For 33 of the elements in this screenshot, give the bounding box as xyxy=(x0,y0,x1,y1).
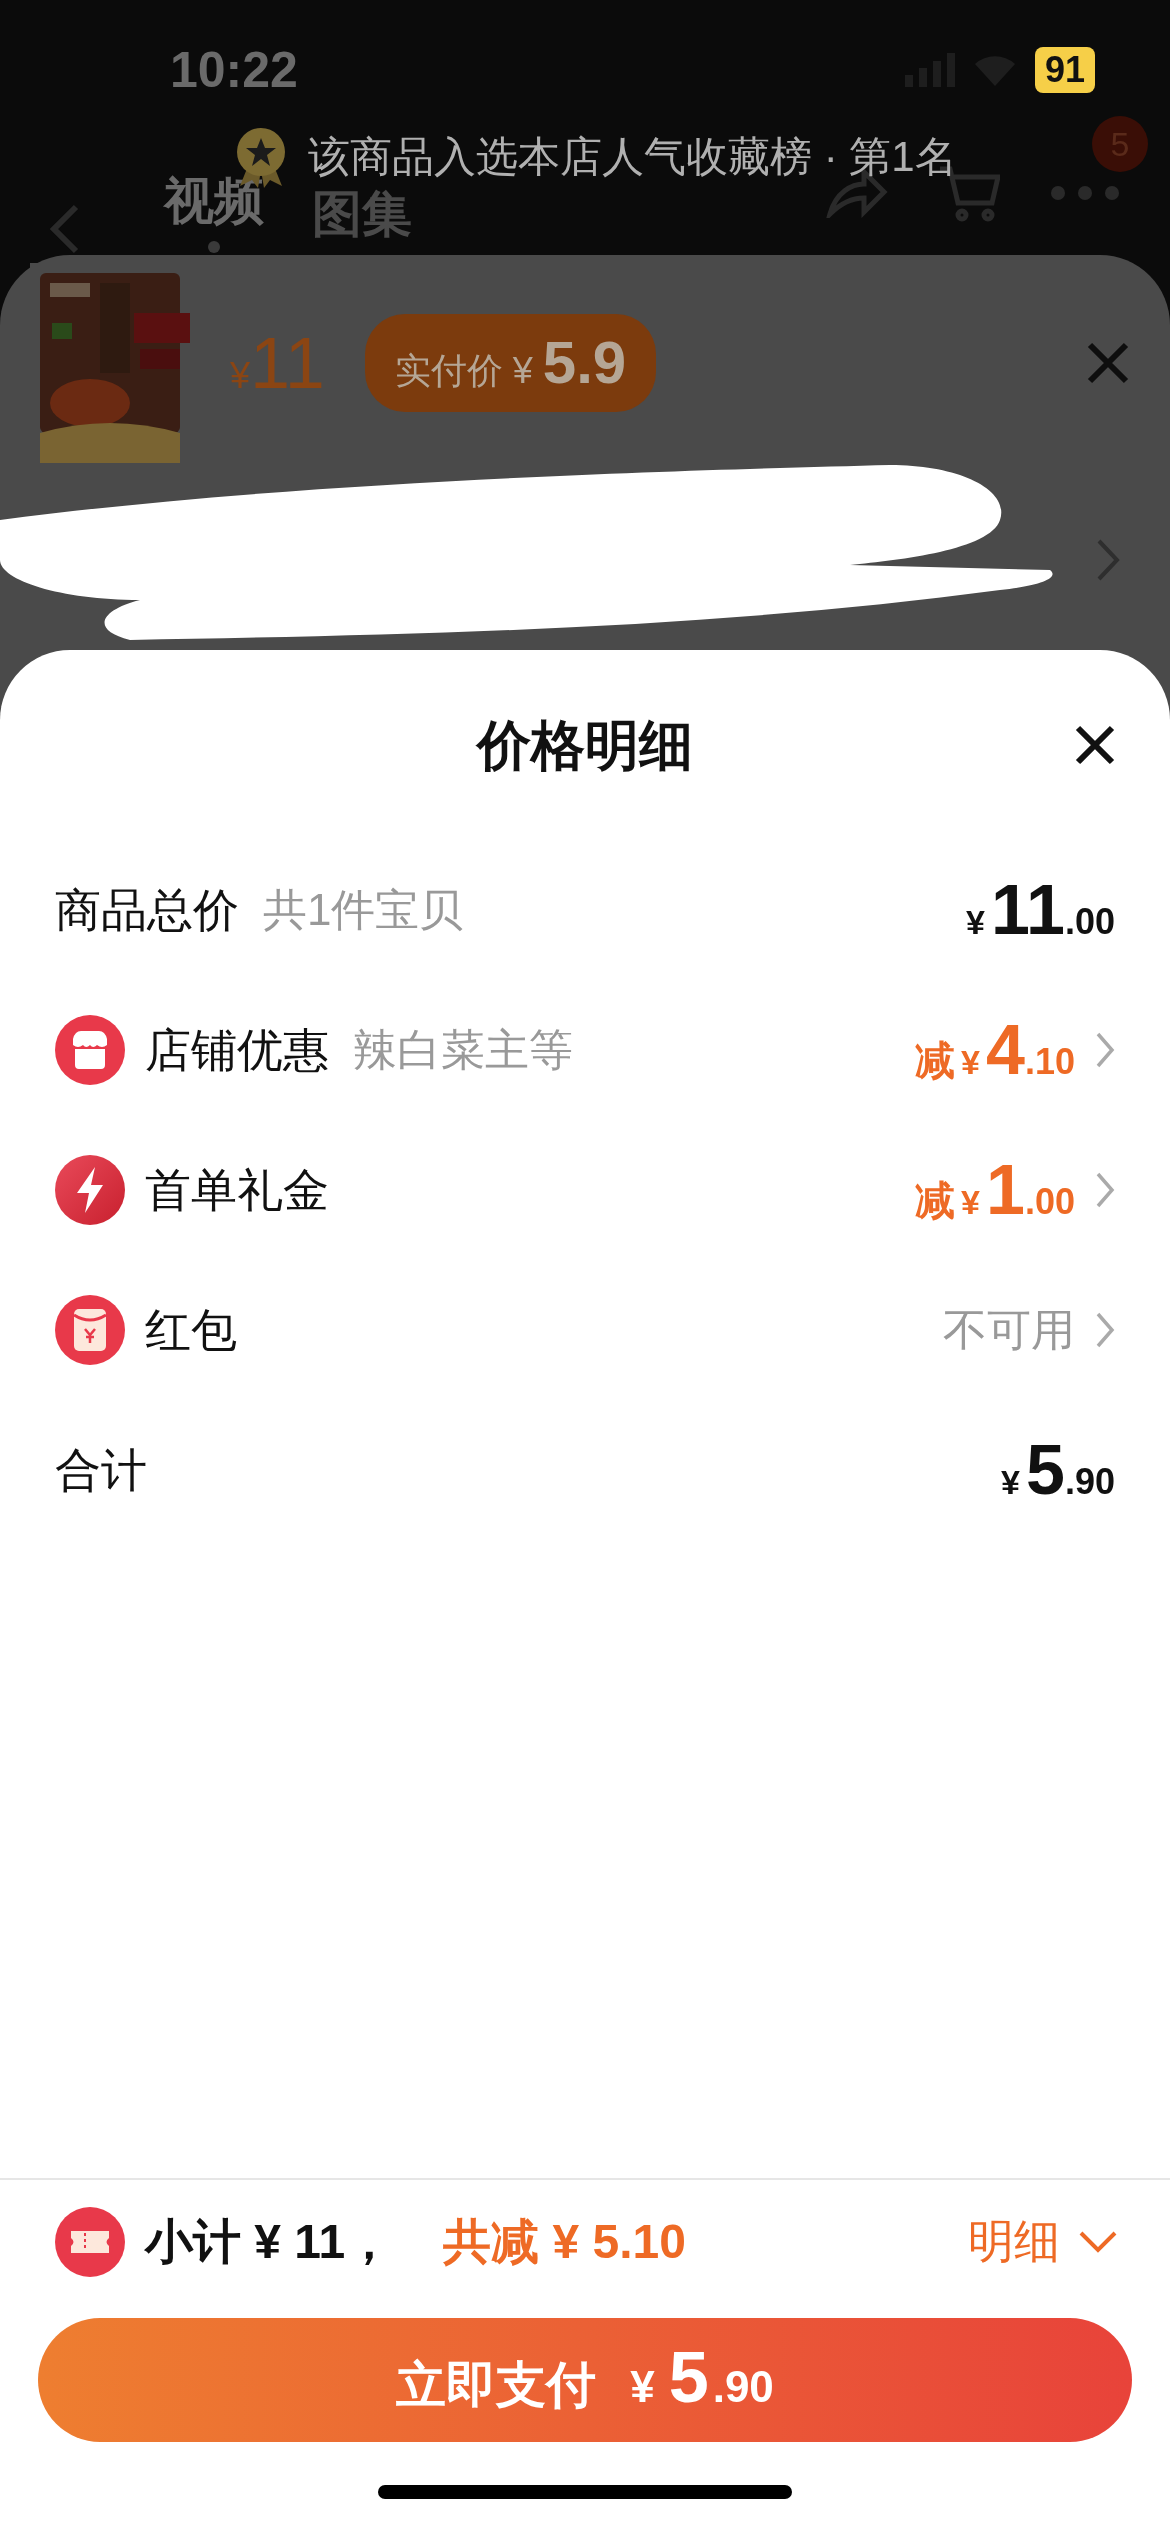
actual-price-tag: 实付价 ¥ 5.9 xyxy=(364,313,657,412)
shop-icon xyxy=(55,1015,125,1085)
chevron-icon xyxy=(1095,1311,1115,1349)
envelope-icon xyxy=(55,1295,125,1365)
product-price: ¥11 xyxy=(230,321,325,405)
chevron-icon xyxy=(1096,538,1120,582)
close-button[interactable] xyxy=(1075,725,1115,765)
chevron-icon xyxy=(1095,1031,1115,1069)
price-row[interactable]: 首单礼金 减¥1.00 xyxy=(0,1120,1170,1260)
subtotal-text: 小计 ¥ 11， xyxy=(145,2213,394,2270)
amount: ¥5.90 xyxy=(1001,1429,1115,1511)
row-label: 商品总价 xyxy=(55,882,239,938)
price-row[interactable]: 店铺优惠 辣白菜主等 减¥4.10 xyxy=(0,980,1170,1120)
ranking-banner-text: 该商品入选本店人气收藏榜 · 第1名 xyxy=(308,133,957,181)
amount: ¥11.00 xyxy=(966,869,1115,951)
chevron-down-icon xyxy=(1078,2229,1118,2254)
battery-level: 91 xyxy=(1034,47,1095,93)
close-icon xyxy=(1075,725,1115,765)
back-button[interactable] xyxy=(50,203,80,255)
status-time: 10:22 xyxy=(170,40,298,100)
row-label: 合计 xyxy=(55,1442,147,1498)
ticket-icon xyxy=(55,2206,125,2277)
back-icon xyxy=(50,203,80,255)
close-icon xyxy=(1086,340,1130,385)
row-note: 共1件宝贝 xyxy=(263,884,464,936)
savings-text: 共减 ¥ 5.10 xyxy=(443,2213,686,2270)
pay-button[interactable]: 立即支付 ¥ 5.90 xyxy=(38,2318,1132,2442)
sheet-title: 价格明细 xyxy=(477,713,693,777)
price-row[interactable]: 红包 不可用 xyxy=(0,1260,1170,1400)
lightning-icon xyxy=(55,1155,125,1225)
chevron-icon xyxy=(1095,1171,1115,1209)
detail-toggle[interactable]: 明细 xyxy=(968,2207,1118,2276)
more-icon[interactable] xyxy=(1050,185,1120,202)
